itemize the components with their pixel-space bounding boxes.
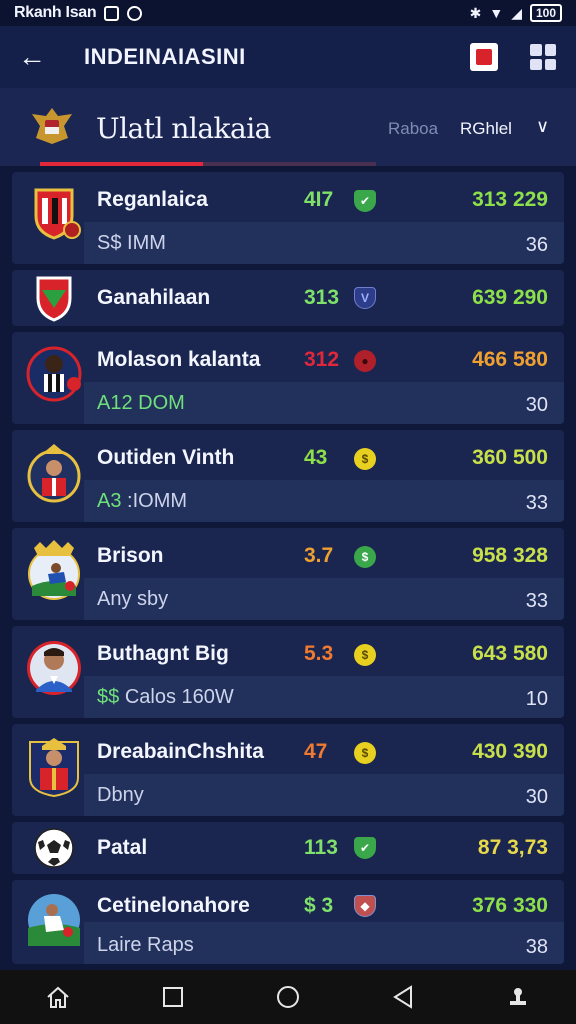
market-value: 958 328 — [472, 544, 548, 567]
team-list: Reganlaica S$ IMM 4I7 ✔ 313 229 36 Ganah… — [0, 166, 576, 970]
market-value: 430 390 — [472, 740, 548, 763]
team-name: Ganahilaan — [97, 286, 211, 309]
notification-icon — [104, 5, 120, 21]
rating: 3.7 — [304, 544, 334, 567]
team-name: Molason kalanta — [97, 348, 261, 371]
rating: 312 — [304, 348, 340, 371]
team-name: Reganlaica — [97, 188, 208, 211]
list-item[interactable]: Ganahilaan 313 V 639 290 — [12, 270, 564, 326]
back-triangle-icon[interactable] — [379, 973, 427, 1021]
team-name: Outiden Vinth — [97, 446, 235, 469]
rating: 43 — [304, 446, 328, 469]
team-name: Cetinelonahore — [97, 894, 250, 917]
team-name: Buthagnt Big — [97, 642, 229, 665]
team-subtext-prefix: A3 — [97, 490, 122, 512]
market-value: 376 330 — [472, 894, 548, 917]
team-name: DreabainChshita — [97, 740, 264, 763]
shield-badge-icon: ✔ — [354, 190, 376, 212]
list-item[interactable]: Outiden Vinth A3 :IOMM 43 $ 360 500 33 — [12, 430, 564, 522]
coin-badge-icon: $ — [354, 448, 376, 470]
rating: 113 — [304, 836, 338, 859]
team-logo-icon — [36, 276, 72, 322]
chevron-down-icon[interactable]: ∨ — [536, 116, 549, 137]
shield-badge-icon: ✔ — [354, 837, 376, 859]
list-item[interactable]: Molason kalanta A12 DOM 312 ● 466 580 30 — [12, 332, 564, 424]
player-avatar — [29, 738, 79, 798]
team-subtext: S$ IMM — [97, 232, 166, 254]
team-logo-icon — [34, 188, 81, 240]
team-name: Brison — [97, 544, 164, 567]
team-subtext: Any sby — [97, 588, 169, 610]
team-subtext: A12 DOM — [97, 392, 185, 414]
count: 10 — [525, 688, 548, 710]
list-item[interactable]: DreabainChshita Dbny 47 $ 430 390 30 — [12, 724, 564, 816]
flag-icon[interactable] — [470, 43, 498, 71]
league-name: Ulatl nlakaia — [96, 112, 271, 145]
list-item[interactable]: Brison Any sby 3.7 $ 958 328 33 — [12, 528, 564, 620]
list-item[interactable]: Cetinelonahore Laire Raps $ 3 ◆ 376 330 … — [12, 880, 564, 964]
team-subtext-prefix: $$ — [97, 686, 120, 708]
back-arrow-icon[interactable]: ← — [0, 26, 64, 88]
recents-icon[interactable] — [149, 973, 197, 1021]
market-value: 87 3,73 — [477, 836, 548, 859]
coin-badge-icon: $ — [354, 644, 376, 666]
home-icon[interactable] — [34, 973, 82, 1021]
tab-right[interactable]: RGhlel — [460, 119, 512, 139]
football-icon — [34, 828, 74, 868]
team-subtext: Laire Raps — [97, 934, 194, 956]
rating: $ 3 — [304, 894, 334, 917]
red-badge-icon: ● — [354, 350, 376, 372]
count: 30 — [525, 394, 548, 416]
app-bar: ← INDEINAIASINI — [0, 26, 576, 88]
list-item[interactable]: Reganlaica S$ IMM 4I7 ✔ 313 229 36 — [12, 172, 564, 264]
market-value: 639 290 — [472, 286, 548, 309]
player-avatar — [28, 894, 80, 946]
battery-icon: 100 — [529, 4, 562, 22]
market-value: 313 229 — [472, 188, 548, 211]
count: 33 — [525, 590, 548, 612]
shield-badge-icon: ◆ — [354, 895, 376, 917]
green-badge-icon: $ — [354, 546, 376, 568]
list-item[interactable]: Buthagnt Big $$ Calos 160W 5.3 $ 643 580… — [12, 626, 564, 718]
download-icon[interactable] — [494, 973, 542, 1021]
league-header: Ulatl nlakaia Raboa RGhlel ∨ — [0, 88, 576, 166]
shield-badge-icon: V — [354, 287, 376, 309]
wifi-icon: ▼ — [489, 5, 504, 21]
player-avatar — [28, 540, 80, 600]
market-value: 360 500 — [472, 446, 548, 469]
system-nav-bar — [0, 970, 576, 1024]
rating: 4I7 — [304, 188, 334, 211]
market-value: 466 580 — [472, 348, 548, 371]
count: 33 — [525, 492, 548, 514]
status-bar: Rkanh Isan ✱ ▼ ◢ 100 — [0, 0, 576, 26]
signal-icon: ◢ — [511, 4, 522, 21]
list-item[interactable]: Patal 113 ✔ 87 3,73 — [12, 822, 564, 874]
coin-badge-icon: $ — [354, 742, 376, 764]
team-logo-icon — [26, 346, 82, 402]
tab-left[interactable]: Raboa — [388, 119, 438, 139]
market-value: 643 580 — [472, 642, 548, 665]
messenger-icon — [127, 5, 143, 21]
team-subtext: :IOMM — [127, 490, 188, 512]
count: 38 — [525, 936, 548, 958]
garuda-crest-icon — [32, 108, 72, 144]
rating: 47 — [304, 740, 328, 763]
count: 36 — [525, 234, 548, 256]
circle-home-icon[interactable] — [264, 973, 312, 1021]
carrier-label: Rkanh Isan — [14, 4, 97, 21]
page-title: INDEINAIASINI — [84, 44, 246, 69]
team-subtext: Dbny — [97, 784, 144, 806]
team-name: Patal — [97, 836, 148, 859]
player-avatar — [27, 641, 81, 695]
grid-menu-icon[interactable] — [530, 44, 556, 70]
bluetooth-icon: ✱ — [469, 4, 482, 21]
count: 30 — [525, 786, 548, 808]
rating: 313 — [304, 286, 340, 309]
rating: 5.3 — [304, 642, 334, 665]
team-subtext: Calos 160W — [124, 686, 234, 708]
team-logo-icon — [27, 444, 81, 503]
